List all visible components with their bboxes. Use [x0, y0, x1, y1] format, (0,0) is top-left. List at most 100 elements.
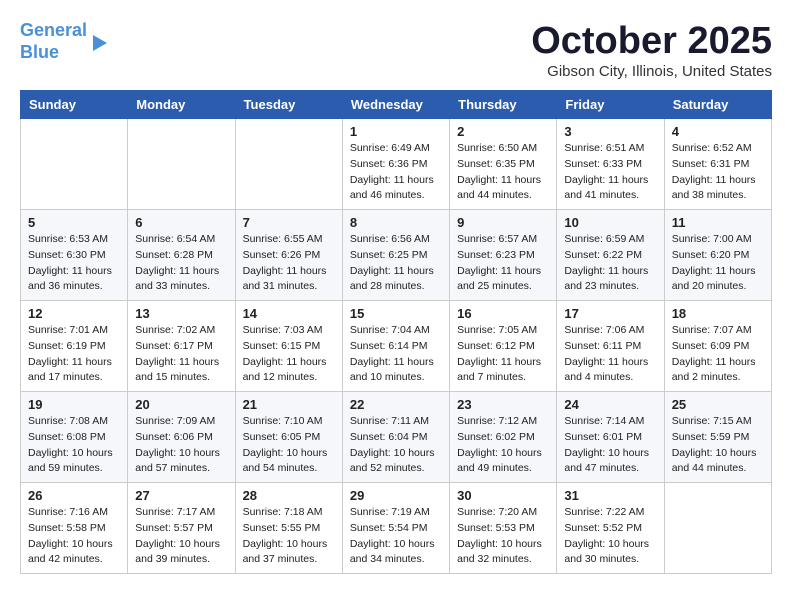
table-row: 21 Sunrise: 7:10 AMSunset: 6:05 PMDayligh…: [235, 392, 342, 483]
day-number: 12: [28, 306, 120, 321]
day-info: Sunrise: 7:18 AMSunset: 5:55 PMDaylight:…: [243, 505, 335, 568]
table-row: [664, 483, 771, 574]
day-number: 18: [672, 306, 764, 321]
day-info: Sunrise: 6:49 AMSunset: 6:36 PMDaylight:…: [350, 141, 442, 204]
month-title: October 2025: [531, 20, 772, 63]
day-info: Sunrise: 7:11 AMSunset: 6:04 PMDaylight:…: [350, 414, 442, 477]
calendar-week-4: 19 Sunrise: 7:08 AMSunset: 6:08 PMDayligh…: [21, 392, 772, 483]
table-row: 27 Sunrise: 7:17 AMSunset: 5:57 PMDayligh…: [128, 483, 235, 574]
table-row: 13Sunrise: 7:02 AMSunset: 6:17 PMDayligh…: [128, 301, 235, 392]
table-row: 23 Sunrise: 7:12 AMSunset: 6:02 PMDayligh…: [450, 392, 557, 483]
day-number: 15: [350, 306, 442, 321]
day-number: 6: [135, 215, 227, 230]
table-row: 7 Sunrise: 6:55 AMSunset: 6:26 PMDaylight…: [235, 210, 342, 301]
day-number: 11: [672, 215, 764, 230]
day-info: Sunrise: 7:05 AMSunset: 6:12 PMDaylight:…: [457, 323, 549, 386]
table-row: 2 Sunrise: 6:50 AMSunset: 6:35 PMDaylight…: [450, 119, 557, 210]
day-info: Sunrise: 6:54 AMSunset: 6:28 PMDaylight:…: [135, 232, 227, 295]
table-row: 19 Sunrise: 7:08 AMSunset: 6:08 PMDayligh…: [21, 392, 128, 483]
table-row: 4 Sunrise: 6:52 AMSunset: 6:31 PMDaylight…: [664, 119, 771, 210]
day-number: 20: [135, 397, 227, 412]
day-info: Sunrise: 7:19 AMSunset: 5:54 PMDaylight:…: [350, 505, 442, 568]
day-info: Sunrise: 7:01 AMSunset: 6:19 PMDaylight:…: [28, 323, 120, 386]
calendar-table: Sunday Monday Tuesday Wednesday Thursday…: [20, 90, 772, 574]
day-info: Sunrise: 7:12 AMSunset: 6:02 PMDaylight:…: [457, 414, 549, 477]
day-number: 1: [350, 124, 442, 139]
day-number: 27: [135, 488, 227, 503]
day-info: Sunrise: 6:51 AMSunset: 6:33 PMDaylight:…: [564, 141, 656, 204]
table-row: 29 Sunrise: 7:19 AMSunset: 5:54 PMDayligh…: [342, 483, 449, 574]
day-info: Sunrise: 6:52 AMSunset: 6:31 PMDaylight:…: [672, 141, 764, 204]
header-friday: Friday: [557, 91, 664, 119]
table-row: 8 Sunrise: 6:56 AMSunset: 6:25 PMDaylight…: [342, 210, 449, 301]
day-info: Sunrise: 6:50 AMSunset: 6:35 PMDaylight:…: [457, 141, 549, 204]
day-info: Sunrise: 6:56 AMSunset: 6:25 PMDaylight:…: [350, 232, 442, 295]
calendar-week-3: 12 Sunrise: 7:01 AMSunset: 6:19 PMDayligh…: [21, 301, 772, 392]
day-number: 5: [28, 215, 120, 230]
table-row: 25 Sunrise: 7:15 AMSunset: 5:59 PMDayligh…: [664, 392, 771, 483]
day-number: 13: [135, 306, 227, 321]
day-number: 21: [243, 397, 335, 412]
table-row: 28 Sunrise: 7:18 AMSunset: 5:55 PMDayligh…: [235, 483, 342, 574]
table-row: 1 Sunrise: 6:49 AMSunset: 6:36 PMDaylight…: [342, 119, 449, 210]
day-number: 16: [457, 306, 549, 321]
day-info: Sunrise: 7:04 AMSunset: 6:14 PMDaylight:…: [350, 323, 442, 386]
title-section: October 2025 Gibson City, Illinois, Unit…: [531, 20, 772, 80]
day-number: 30: [457, 488, 549, 503]
day-number: 7: [243, 215, 335, 230]
logo-text: General Blue: [20, 20, 107, 63]
day-info: Sunrise: 7:20 AMSunset: 5:53 PMDaylight:…: [457, 505, 549, 568]
calendar-week-1: 1 Sunrise: 6:49 AMSunset: 6:36 PMDaylight…: [21, 119, 772, 210]
header-sunday: Sunday: [21, 91, 128, 119]
day-number: 26: [28, 488, 120, 503]
logo-wordmark: General Blue: [20, 20, 87, 63]
table-row: 22Sunrise: 7:11 AMSunset: 6:04 PMDayligh…: [342, 392, 449, 483]
day-info: Sunrise: 7:09 AMSunset: 6:06 PMDaylight:…: [135, 414, 227, 477]
table-row: 18 Sunrise: 7:07 AMSunset: 6:09 PMDayligh…: [664, 301, 771, 392]
day-info: Sunrise: 7:10 AMSunset: 6:05 PMDaylight:…: [243, 414, 335, 477]
day-info: Sunrise: 7:06 AMSunset: 6:11 PMDaylight:…: [564, 323, 656, 386]
day-number: 8: [350, 215, 442, 230]
logo-arrow-icon: [93, 35, 107, 51]
day-number: 10: [564, 215, 656, 230]
table-row: 16 Sunrise: 7:05 AMSunset: 6:12 PMDayligh…: [450, 301, 557, 392]
page-header: General Blue October 2025 Gibson City, I…: [20, 20, 772, 80]
table-row: 14 Sunrise: 7:03 AMSunset: 6:15 PMDayligh…: [235, 301, 342, 392]
day-number: 24: [564, 397, 656, 412]
day-number: 14: [243, 306, 335, 321]
day-info: Sunrise: 7:07 AMSunset: 6:09 PMDaylight:…: [672, 323, 764, 386]
table-row: 11Sunrise: 7:00 AMSunset: 6:20 PMDayligh…: [664, 210, 771, 301]
table-row: 31 Sunrise: 7:22 AMSunset: 5:52 PMDayligh…: [557, 483, 664, 574]
header-tuesday: Tuesday: [235, 91, 342, 119]
location-text: Gibson City, Illinois, United States: [531, 63, 772, 80]
day-info: Sunrise: 7:08 AMSunset: 6:08 PMDaylight:…: [28, 414, 120, 477]
day-number: 25: [672, 397, 764, 412]
day-number: 31: [564, 488, 656, 503]
table-row: 24Sunrise: 7:14 AMSunset: 6:01 PMDayligh…: [557, 392, 664, 483]
table-row: 15 Sunrise: 7:04 AMSunset: 6:14 PMDayligh…: [342, 301, 449, 392]
table-row: [235, 119, 342, 210]
day-number: 19: [28, 397, 120, 412]
logo: General Blue: [20, 20, 107, 63]
day-number: 4: [672, 124, 764, 139]
day-info: Sunrise: 7:03 AMSunset: 6:15 PMDaylight:…: [243, 323, 335, 386]
day-number: 28: [243, 488, 335, 503]
table-row: 30 Sunrise: 7:20 AMSunset: 5:53 PMDayligh…: [450, 483, 557, 574]
day-info: Sunrise: 6:55 AMSunset: 6:26 PMDaylight:…: [243, 232, 335, 295]
table-row: 6 Sunrise: 6:54 AMSunset: 6:28 PMDaylight…: [128, 210, 235, 301]
day-info: Sunrise: 7:22 AMSunset: 5:52 PMDaylight:…: [564, 505, 656, 568]
day-number: 2: [457, 124, 549, 139]
header-wednesday: Wednesday: [342, 91, 449, 119]
table-row: 20 Sunrise: 7:09 AMSunset: 6:06 PMDayligh…: [128, 392, 235, 483]
day-info: Sunrise: 7:15 AMSunset: 5:59 PMDaylight:…: [672, 414, 764, 477]
day-number: 23: [457, 397, 549, 412]
day-number: 17: [564, 306, 656, 321]
day-number: 3: [564, 124, 656, 139]
table-row: 10Sunrise: 6:59 AMSunset: 6:22 PMDayligh…: [557, 210, 664, 301]
header-thursday: Thursday: [450, 91, 557, 119]
day-info: Sunrise: 7:17 AMSunset: 5:57 PMDaylight:…: [135, 505, 227, 568]
table-row: [128, 119, 235, 210]
header-monday: Monday: [128, 91, 235, 119]
day-number: 29: [350, 488, 442, 503]
table-row: 17 Sunrise: 7:06 AMSunset: 6:11 PMDayligh…: [557, 301, 664, 392]
